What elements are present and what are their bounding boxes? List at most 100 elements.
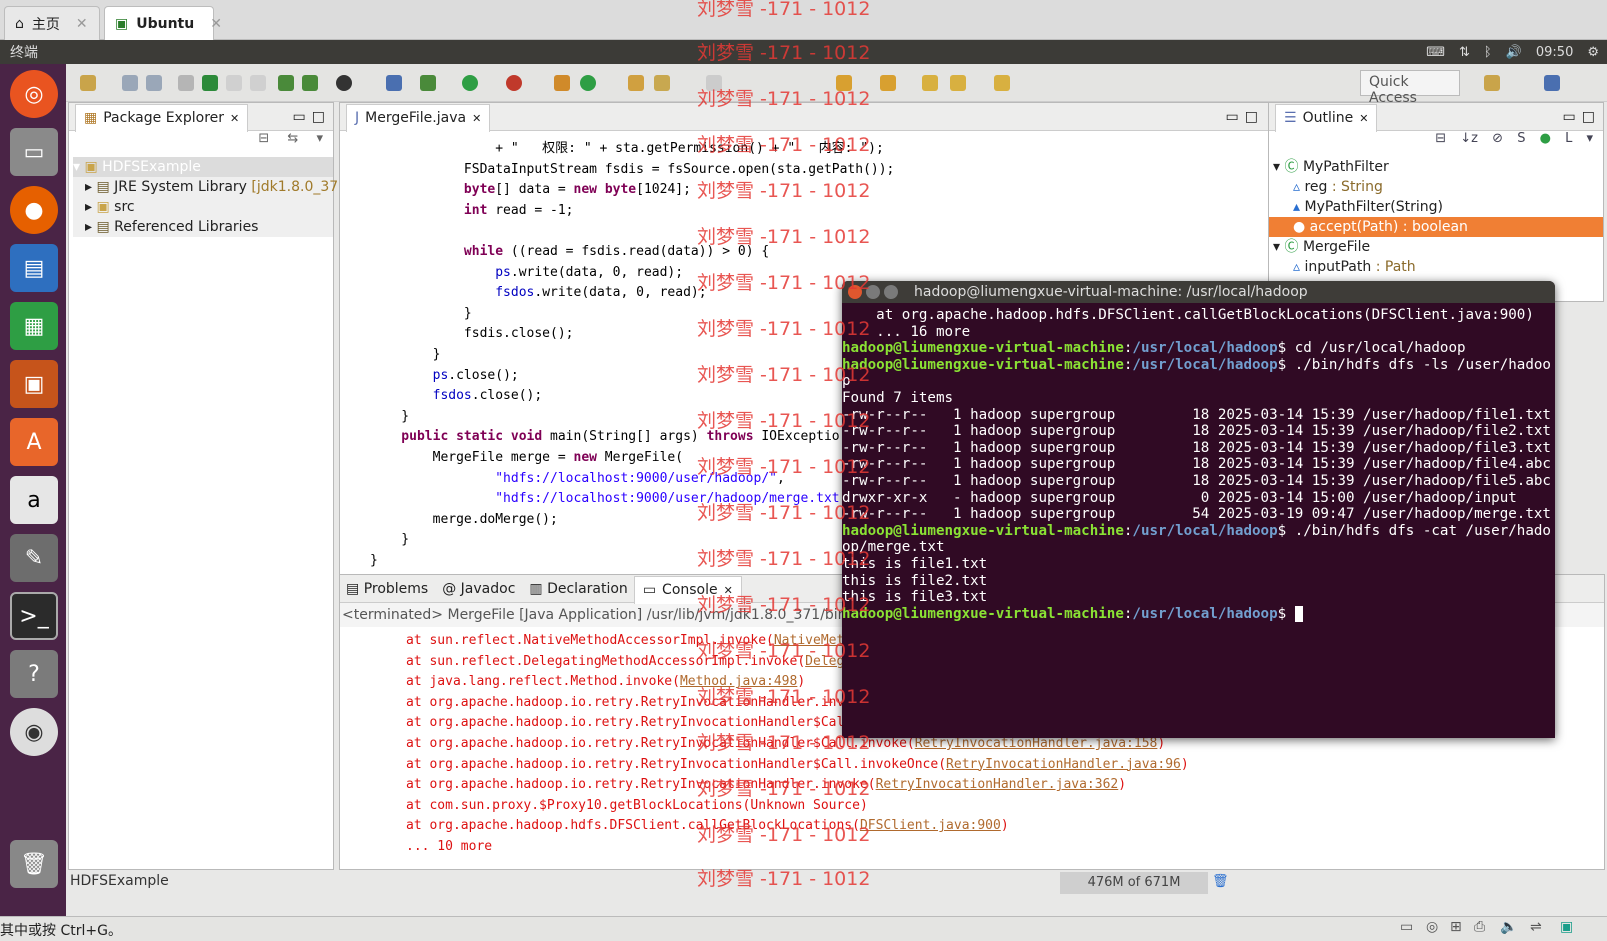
tab-problems[interactable]: ▤ Problems (346, 581, 428, 597)
last-edit-icon[interactable] (922, 75, 938, 91)
printer-icon[interactable]: ⎙ (1474, 919, 1485, 935)
view-menu-icon[interactable]: ▾ (1586, 131, 1593, 146)
tree-item-referenced-libraries[interactable]: ▸ ▤ Referenced Libraries (73, 217, 333, 237)
skip-breakpoints-icon[interactable] (178, 75, 194, 91)
sort-icon[interactable]: ↓z (1460, 131, 1478, 146)
maximize-icon[interactable]: □ (312, 109, 325, 125)
hdd-icon[interactable]: ▭ (1400, 919, 1413, 935)
writer-icon[interactable]: ▤ (10, 244, 58, 292)
dvd-icon[interactable]: ◉ (10, 708, 58, 756)
open-folder-icon[interactable] (628, 75, 644, 91)
outline-item[interactable]: ▾ Ⓒ MyPathFilter (1269, 157, 1603, 177)
clock[interactable]: 09:50 (1536, 45, 1573, 60)
tab-package-explorer[interactable]: ▦ Package Explorer ✕ (75, 103, 249, 132)
forward-icon[interactable] (994, 75, 1010, 91)
close-icon[interactable]: ✕ (230, 112, 239, 125)
impress-icon[interactable]: ▣ (10, 360, 58, 408)
save-all-icon[interactable] (146, 75, 162, 91)
outline-item[interactable]: ▵ reg : String (1269, 177, 1603, 197)
tab-javadoc[interactable]: @ Javadoc (442, 581, 515, 597)
network-icon[interactable]: ⇅ (1459, 45, 1470, 60)
refresh-icon[interactable] (580, 75, 596, 91)
server2-icon[interactable] (302, 75, 318, 91)
maximize-icon[interactable]: □ (1245, 109, 1258, 125)
hide-fields-icon[interactable]: ⊘ (1492, 131, 1503, 146)
tab-declaration[interactable]: ▥ Declaration (529, 581, 627, 597)
open-task-icon[interactable] (250, 75, 266, 91)
outline-item[interactable]: ▴ MyPathFilter(String) (1269, 197, 1603, 217)
hide-static-icon[interactable]: S (1517, 131, 1525, 146)
prev-annotation-icon[interactable] (880, 75, 896, 91)
bluetooth-icon[interactable]: ᛒ (1484, 45, 1492, 60)
new-class-icon[interactable] (554, 75, 570, 91)
trash-icon[interactable]: 🗑 (10, 840, 58, 888)
help-icon[interactable]: ? (10, 650, 58, 698)
code-editor[interactable]: + " 权限: " + sta.getPermission() + " 内容: … (370, 139, 894, 571)
outline-toggle-icon[interactable] (202, 75, 218, 91)
tab-ubuntu[interactable]: ▣ Ubuntu ✕ (104, 6, 222, 40)
close-icon[interactable]: ✕ (472, 112, 481, 125)
tree-item-jre[interactable]: ▸ ▤ JRE System Library [jdk1.8.0_371] (73, 177, 353, 197)
server-icon[interactable] (278, 75, 294, 91)
expand-icon[interactable]: ▾ (1273, 239, 1280, 255)
sound-icon[interactable]: 🔈 (1500, 919, 1517, 935)
view-menu-icon[interactable]: ▾ (316, 131, 323, 146)
collapse-all-icon[interactable]: ⊟ (1435, 131, 1446, 146)
expand-icon[interactable]: ▾ (1273, 159, 1280, 175)
vm-tools-icon[interactable]: ▣ (1560, 919, 1573, 935)
tree-item-src[interactable]: ▸ ▣ src (73, 197, 333, 217)
java-perspective-icon[interactable] (1544, 75, 1560, 91)
close-icon[interactable]: ✕ (1359, 112, 1368, 125)
wand-icon[interactable] (654, 75, 670, 91)
files-icon[interactable]: ▭ (10, 128, 58, 176)
outline-item[interactable]: ▵ inputPath : Path (1269, 257, 1603, 277)
terminal-window[interactable]: hadoop@liumengxue-virtual-machine: /usr/… (842, 281, 1555, 738)
amazon-icon[interactable]: a (10, 476, 58, 524)
keyboard-icon[interactable]: ⌨ (1426, 45, 1445, 60)
network-adapter-icon[interactable]: ⊞ (1450, 919, 1462, 935)
tab-mergefile-java[interactable]: J MergeFile.java ✕ (346, 103, 491, 132)
volume-icon[interactable]: 🔊 (1506, 45, 1522, 60)
software-center-icon[interactable]: A (10, 418, 58, 466)
hide-nonpublic-icon[interactable]: ● (1540, 131, 1551, 146)
terminal-icon[interactable]: >_ (10, 592, 58, 640)
outline-item[interactable]: ▾ Ⓒ MergeFile (1269, 237, 1603, 257)
open-type-icon[interactable] (226, 75, 242, 91)
maximize-icon[interactable]: □ (1582, 109, 1595, 125)
hide-local-types-icon[interactable]: L (1565, 131, 1572, 146)
new-icon[interactable] (80, 75, 96, 91)
pin-icon[interactable] (386, 75, 402, 91)
link-editor-icon[interactable]: ⇆ (287, 131, 298, 146)
next-annotation-icon[interactable] (836, 75, 852, 91)
close-icon[interactable]: ✕ (210, 16, 222, 32)
close-icon[interactable]: ✕ (724, 584, 733, 597)
ubuntu-logo-icon[interactable]: ◎ (10, 70, 58, 118)
collapse-icon[interactable]: ▸ (85, 219, 92, 235)
close-icon[interactable]: ✕ (76, 16, 88, 32)
collapse-icon[interactable]: ▸ (85, 179, 92, 195)
terminal-titlebar[interactable]: hadoop@liumengxue-virtual-machine: /usr/… (842, 281, 1555, 303)
expand-icon[interactable]: ▾ (73, 159, 80, 175)
run-icon[interactable] (462, 75, 478, 91)
calc-icon[interactable]: ▦ (10, 302, 58, 350)
minimize-icon[interactable]: ▭ (293, 109, 306, 125)
tree-item-project[interactable]: ▾ ▣ HDFSExample (73, 157, 333, 177)
usb-icon[interactable]: ⇌ (1530, 919, 1542, 935)
minimize-icon[interactable] (866, 285, 880, 299)
user-icon[interactable] (336, 75, 352, 91)
open-perspective-icon[interactable] (1484, 75, 1500, 91)
tab-outline[interactable]: ☰ Outline ✕ (1275, 103, 1378, 132)
tab-console[interactable]: ▭ Console ✕ (633, 575, 742, 604)
collapse-icon[interactable]: ▸ (85, 199, 92, 215)
outline-item-selected[interactable]: ● accept(Path) : boolean (1269, 217, 1603, 237)
quick-access-input[interactable]: Quick Access (1360, 70, 1460, 106)
save-icon[interactable] (122, 75, 138, 91)
debug-icon[interactable] (420, 75, 436, 91)
garbage-collect-icon[interactable]: 🗑 (1212, 874, 1229, 889)
firefox-icon[interactable]: ● (10, 186, 58, 234)
maximize-icon[interactable] (884, 285, 898, 299)
close-icon[interactable] (848, 285, 862, 299)
settings-icon[interactable]: ✎ (10, 534, 58, 582)
cd-icon[interactable]: ◎ (1426, 919, 1438, 935)
back-icon[interactable] (950, 75, 966, 91)
